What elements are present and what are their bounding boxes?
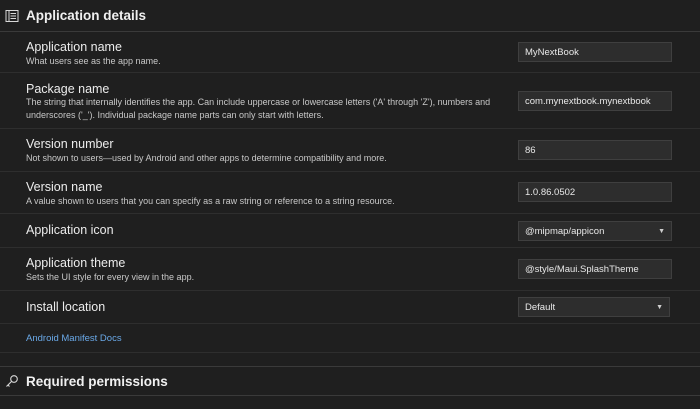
app-theme-field[interactable] [518, 259, 672, 279]
chevron-down-icon: ▼ [658, 227, 665, 235]
package-name-row: Package name The string that internally … [0, 74, 700, 129]
version-number-desc: Not shown to users—used by Android and o… [26, 153, 387, 163]
app-icon-value: @mipmap/appicon [525, 225, 605, 237]
app-theme-row: Application theme Sets the UI style for … [0, 249, 700, 291]
package-name-input[interactable] [525, 95, 671, 107]
install-location-dropdown[interactable]: Default ▼ [518, 297, 670, 317]
version-number-field[interactable] [518, 140, 672, 160]
section-title: Application details [26, 8, 147, 23]
app-name-desc: What users see as the app name. [26, 56, 161, 66]
android-manifest-docs-link[interactable]: Android Manifest Docs [26, 333, 122, 344]
version-number-label: Version number [26, 137, 114, 151]
version-name-row: Version name A value shown to users that… [0, 173, 700, 214]
package-name-label: Package name [26, 82, 110, 96]
install-location-row: Install location Default ▼ [0, 292, 700, 324]
app-name-input[interactable] [525, 46, 671, 58]
package-name-desc: The string that internally identifies th… [26, 97, 491, 120]
version-name-desc: A value shown to users that you can spec… [26, 196, 395, 206]
app-theme-label: Application theme [26, 256, 126, 270]
install-location-label: Install location [26, 300, 106, 314]
app-name-label: Application name [26, 40, 122, 54]
app-theme-input[interactable] [525, 263, 671, 275]
permissions-title: Required permissions [26, 373, 168, 389]
app-name-row: Application name What users see as the a… [0, 33, 700, 73]
divider [0, 352, 700, 353]
app-icon-label: Application icon [26, 223, 114, 237]
install-location-value: Default [525, 301, 556, 313]
application-details-header[interactable]: Application details [0, 0, 700, 32]
package-name-field[interactable] [518, 91, 672, 111]
key-icon [4, 373, 20, 389]
app-icon-dropdown[interactable]: @mipmap/appicon ▼ [518, 221, 672, 241]
version-name-label: Version name [26, 180, 103, 194]
app-name-field[interactable] [518, 42, 672, 62]
version-number-row: Version number Not shown to users—used b… [0, 130, 700, 172]
version-number-input[interactable] [525, 144, 671, 156]
version-name-input[interactable] [525, 186, 671, 198]
required-permissions-header[interactable]: Required permissions [0, 366, 700, 396]
app-icon-row: Application icon @mipmap/appicon ▼ [0, 215, 700, 248]
list-detail-icon [4, 8, 20, 24]
app-theme-desc: Sets the UI style for every view in the … [26, 272, 195, 282]
version-name-field[interactable] [518, 182, 672, 202]
chevron-down-icon: ▼ [656, 303, 663, 311]
